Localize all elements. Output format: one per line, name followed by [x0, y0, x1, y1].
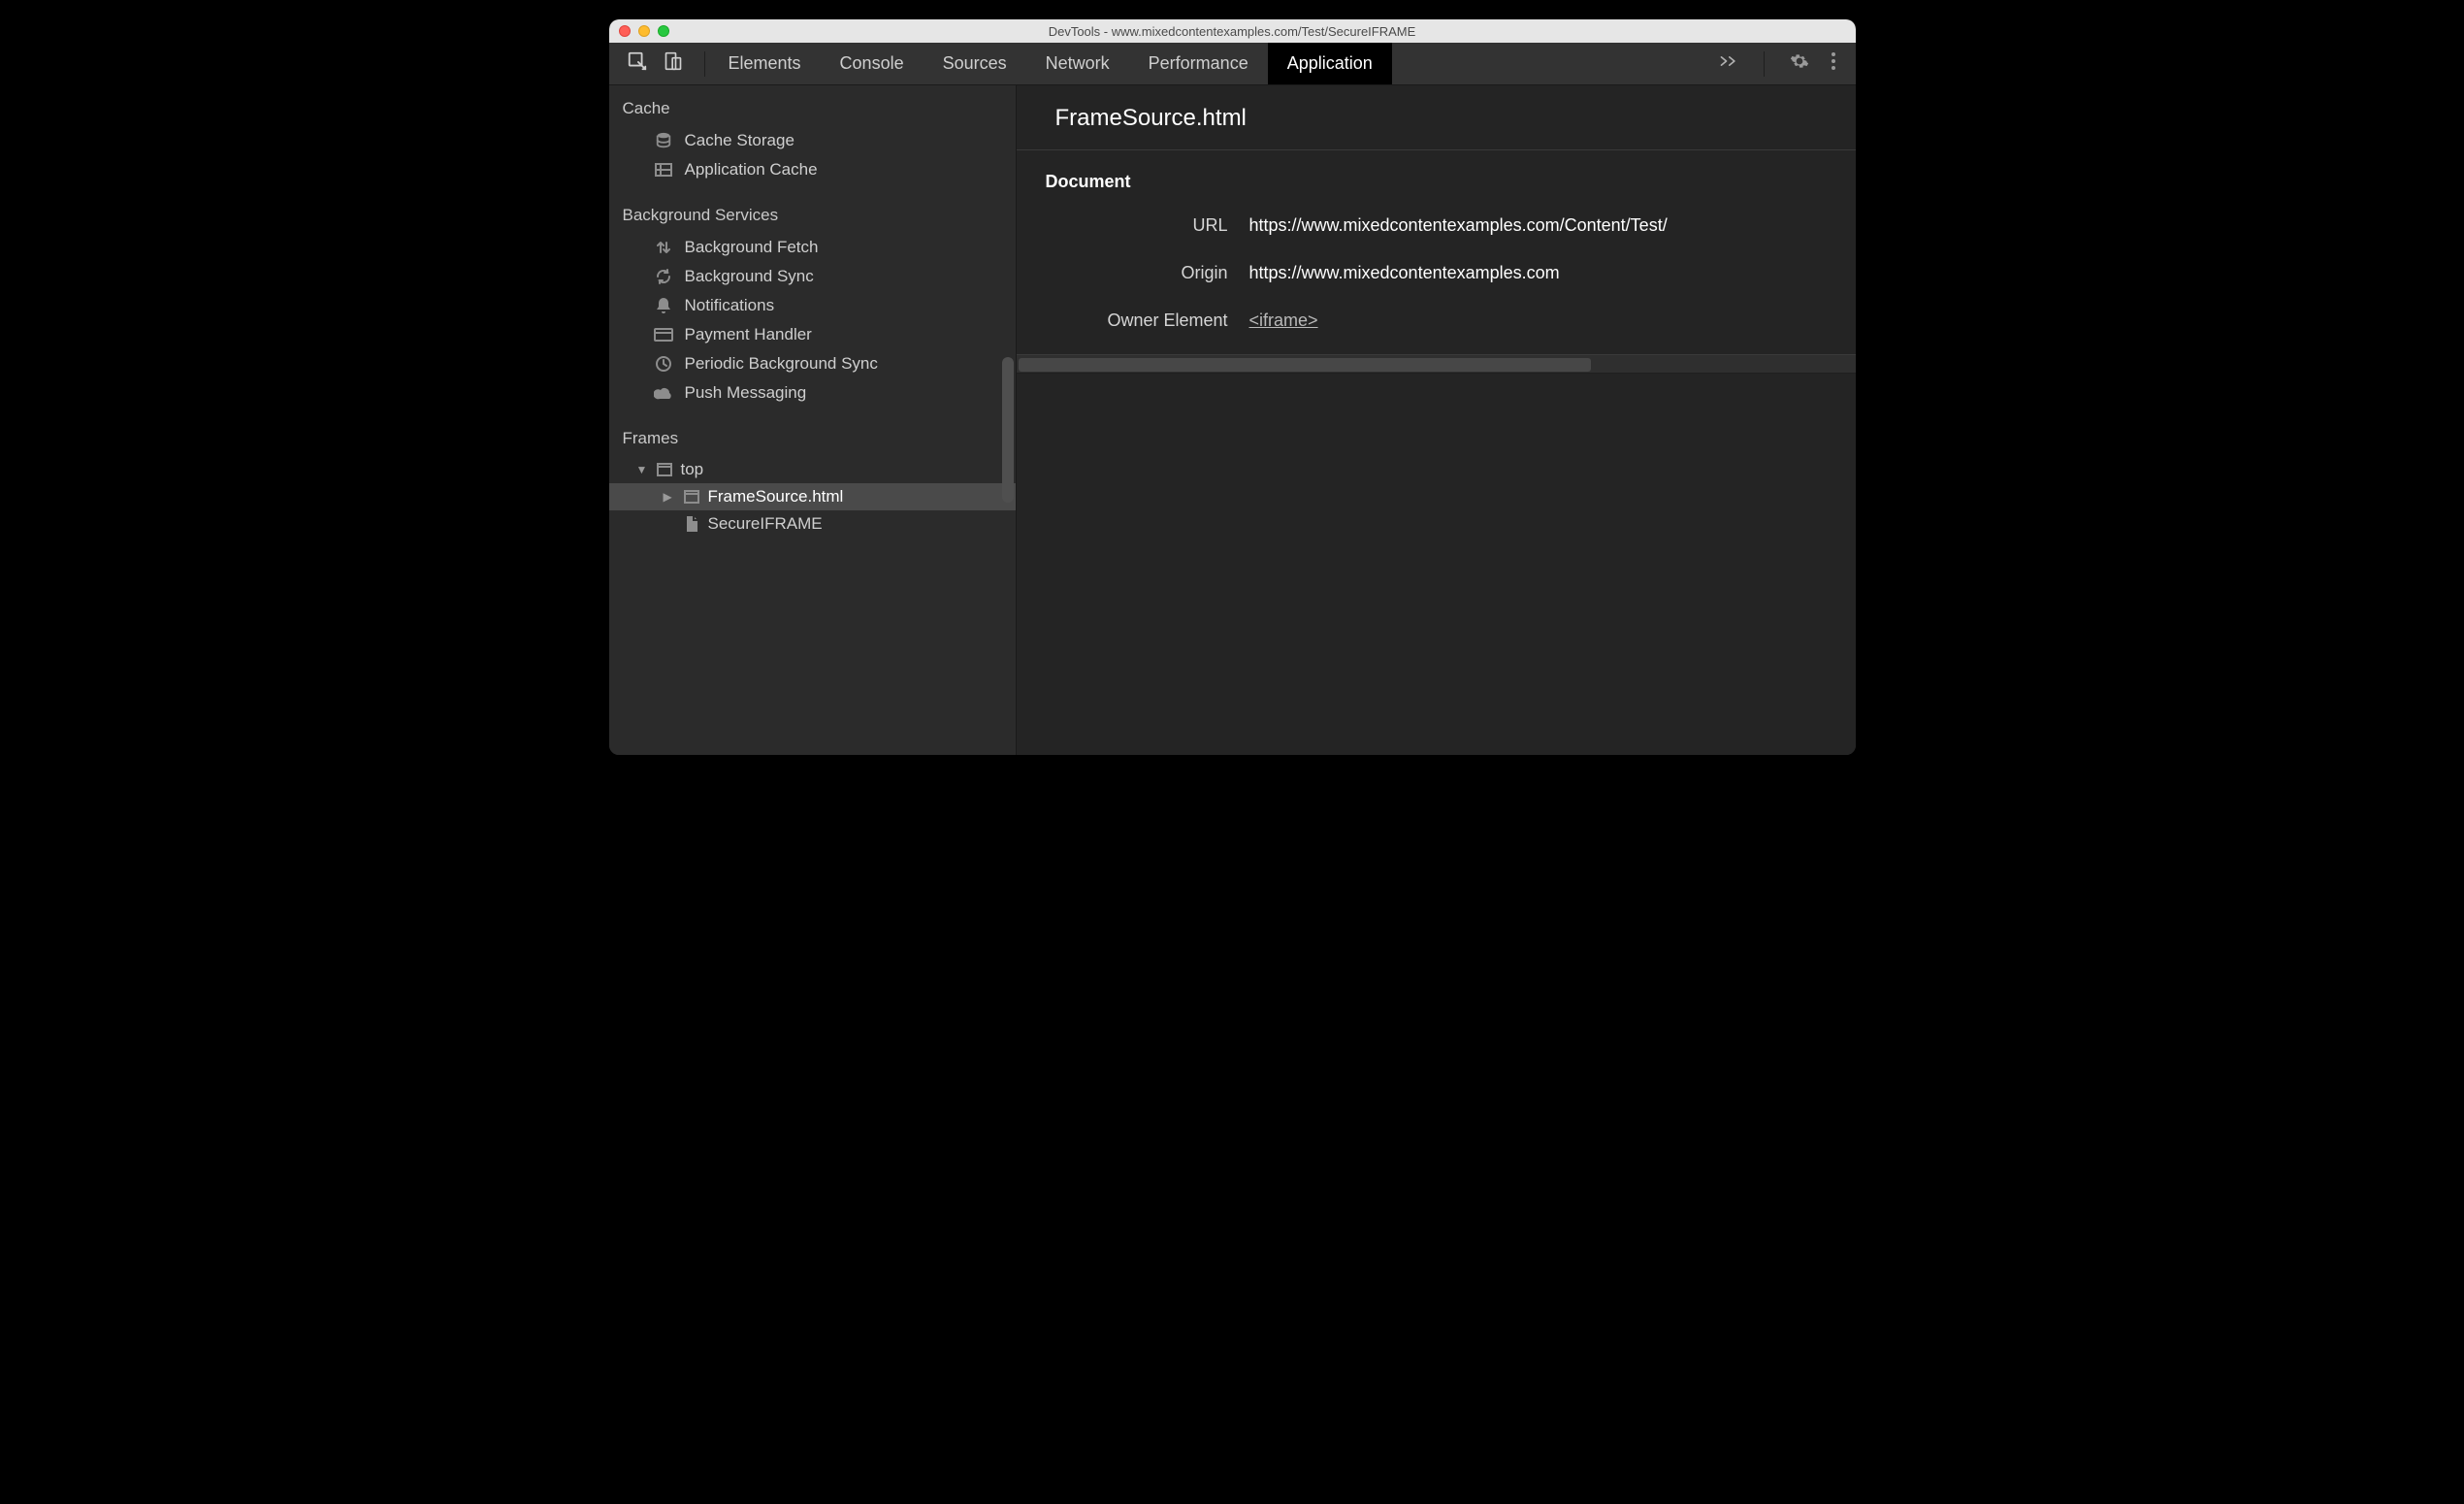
row-url-label: URL — [1017, 215, 1249, 236]
credit-card-icon — [654, 328, 673, 342]
cloud-icon — [654, 386, 673, 400]
horizontal-scrollbar[interactable] — [1017, 354, 1856, 374]
horizontal-scrollbar-thumb[interactable] — [1019, 358, 1591, 372]
page-title: FrameSource.html — [1017, 85, 1856, 150]
window-controls — [609, 25, 669, 37]
tree-row-secure-iframe[interactable]: SecureIFRAME — [609, 510, 1016, 538]
body: Cache Cache Storage Application Cache Ba… — [609, 85, 1856, 755]
row-origin: Origin https://www.mixedcontentexamples.… — [1017, 249, 1856, 297]
sidebar-scrollbar-thumb[interactable] — [1002, 357, 1014, 503]
row-origin-label: Origin — [1017, 263, 1249, 283]
item-label: Cache Storage — [685, 131, 794, 150]
titlebar: DevTools - www.mixedcontentexamples.com/… — [609, 19, 1856, 43]
tree-row-top[interactable]: ▼ top — [609, 456, 1016, 483]
row-url-value: https://www.mixedcontentexamples.com/Con… — [1249, 215, 1668, 236]
kebab-menu-icon[interactable] — [1831, 51, 1836, 76]
tab-console[interactable]: Console — [821, 43, 924, 84]
tree-item-label: FrameSource.html — [708, 487, 844, 507]
section-cache: Cache — [609, 91, 1016, 126]
tab-sources[interactable]: Sources — [924, 43, 1026, 84]
row-owner-element-value[interactable]: <iframe> — [1249, 311, 1318, 331]
tree-item-label: top — [681, 460, 704, 479]
database-icon — [654, 132, 673, 149]
tree-item-label: SecureIFRAME — [708, 514, 823, 534]
document-section-header: Document — [1017, 150, 1856, 202]
section-background-services: Background Services — [609, 184, 1016, 233]
chevron-down-icon: ▼ — [636, 463, 648, 476]
up-down-arrows-icon — [654, 239, 673, 256]
item-label: Application Cache — [685, 160, 818, 180]
tab-application[interactable]: Application — [1268, 43, 1392, 84]
window-icon — [656, 463, 673, 476]
sidebar-item-periodic-background-sync[interactable]: Periodic Background Sync — [609, 349, 1016, 378]
main-panel: FrameSource.html Document URL https://ww… — [1017, 85, 1856, 755]
close-window-button[interactable] — [619, 25, 631, 37]
settings-gear-icon[interactable] — [1790, 51, 1809, 76]
row-url: URL https://www.mixedcontentexamples.com… — [1017, 202, 1856, 249]
sidebar-item-cache-storage[interactable]: Cache Storage — [609, 126, 1016, 155]
tab-elements[interactable]: Elements — [709, 43, 821, 84]
toolbar-divider — [704, 51, 705, 77]
sidebar-item-application-cache[interactable]: Application Cache — [609, 155, 1016, 184]
sync-icon — [654, 268, 673, 285]
window-title: DevTools - www.mixedcontentexamples.com/… — [1049, 24, 1416, 39]
tree-row-frame-source[interactable]: ▶ FrameSource.html — [609, 483, 1016, 510]
minimize-window-button[interactable] — [638, 25, 650, 37]
toolbar-divider — [1764, 51, 1765, 77]
zoom-window-button[interactable] — [658, 25, 669, 37]
item-label: Background Sync — [685, 267, 814, 286]
tab-network[interactable]: Network — [1026, 43, 1129, 84]
row-owner-element-label: Owner Element — [1017, 311, 1249, 331]
row-origin-value: https://www.mixedcontentexamples.com — [1249, 263, 1560, 283]
tab-performance[interactable]: Performance — [1129, 43, 1268, 84]
section-frames: Frames — [609, 408, 1016, 456]
row-owner-element: Owner Element <iframe> — [1017, 297, 1856, 344]
clock-icon — [654, 355, 673, 373]
device-toggle-icon[interactable] — [664, 50, 683, 77]
item-label: Payment Handler — [685, 325, 812, 344]
document-icon — [683, 515, 700, 533]
more-tabs-chevron-icon[interactable] — [1719, 53, 1738, 74]
sidebar-item-background-fetch[interactable]: Background Fetch — [609, 233, 1016, 262]
sidebar-item-push-messaging[interactable]: Push Messaging — [609, 378, 1016, 408]
window-icon — [683, 490, 700, 504]
bell-icon — [654, 297, 673, 314]
sidebar-item-payment-handler[interactable]: Payment Handler — [609, 320, 1016, 349]
inspect-element-icon[interactable] — [627, 50, 648, 77]
item-label: Background Fetch — [685, 238, 819, 257]
toolbar: Elements Console Sources Network Perform… — [609, 43, 1856, 85]
item-label: Periodic Background Sync — [685, 354, 878, 374]
devtools-window: DevTools - www.mixedcontentexamples.com/… — [609, 19, 1856, 755]
sidebar: Cache Cache Storage Application Cache Ba… — [609, 85, 1017, 755]
grid-icon — [654, 163, 673, 177]
chevron-right-icon: ▶ — [664, 490, 675, 504]
sidebar-item-background-sync[interactable]: Background Sync — [609, 262, 1016, 291]
item-label: Notifications — [685, 296, 775, 315]
tab-strip: Elements Console Sources Network Perform… — [709, 43, 1392, 84]
item-label: Push Messaging — [685, 383, 807, 403]
sidebar-item-notifications[interactable]: Notifications — [609, 291, 1016, 320]
